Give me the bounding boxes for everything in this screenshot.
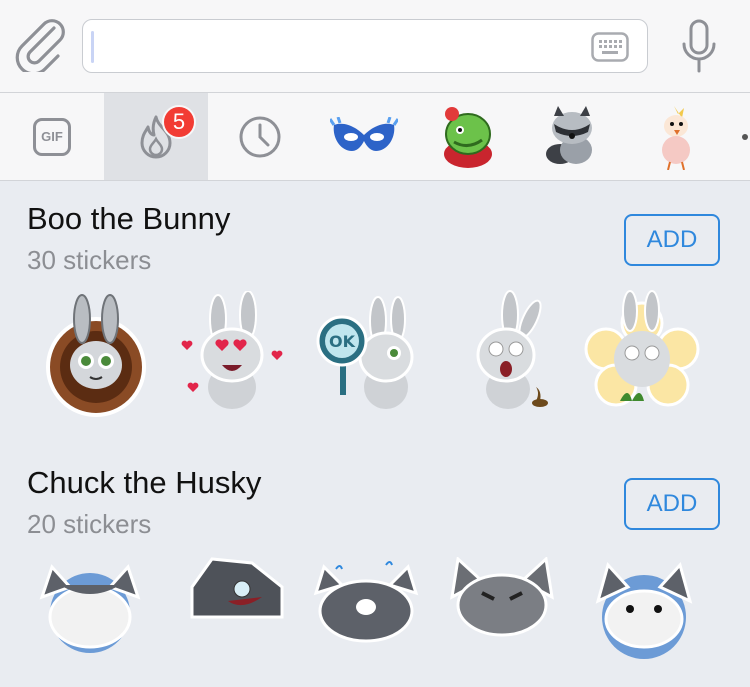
sticker-bunny-in-love[interactable] [176,291,296,421]
svg-text:OK: OK [329,332,356,351]
sticker-pack-list: Boo the Bunny 30 stickers ADD OK Chuck t… [0,181,750,659]
message-input-bar [0,0,750,93]
tab-monster-pack[interactable] [416,93,520,180]
sticker-bunny-scared[interactable] [454,289,574,419]
pack-title: Boo the Bunny [27,201,231,236]
tab-mask-pack[interactable] [312,93,416,180]
keyboard-icon[interactable] [591,32,629,62]
trending-badge: 5 [162,105,196,139]
blue-mask-sticker-icon [330,116,398,151]
tab-raccoon-pack[interactable] [520,93,624,180]
tab-recent[interactable] [208,93,312,180]
tab-gif[interactable]: GIF [0,93,104,180]
green-monster-sticker-icon [444,106,492,168]
sticker-bunny-ok-sign[interactable]: OK [314,291,434,421]
partial-sticker-icon [742,133,748,140]
sticker-husky-1[interactable] [30,557,150,687]
sticker-husky-5[interactable] [584,557,704,687]
sticker-bunny-hole[interactable] [36,289,156,419]
microphone-icon[interactable] [680,18,718,74]
sticker-husky-2[interactable] [172,557,292,687]
tab-more-packs[interactable] [728,93,750,180]
pack-count: 30 stickers [27,245,152,275]
add-pack-button[interactable]: ADD [624,478,720,530]
raccoon-sticker-icon [546,105,592,164]
text-caret [91,31,94,63]
gif-icon: GIF [33,117,71,156]
tab-cockatoo-pack[interactable] [624,93,728,180]
sticker-tabs: GIF 5 [0,93,750,181]
message-input[interactable] [82,19,648,73]
sticker-husky-3[interactable] [306,557,426,687]
pack-title: Chuck the Husky [27,465,262,500]
tab-trending[interactable]: 5 [104,93,208,180]
pack-count: 20 stickers [27,509,152,539]
clock-icon [239,116,281,157]
paperclip-icon[interactable] [14,18,66,72]
cockatoo-sticker-icon [662,105,690,170]
add-pack-button[interactable]: ADD [624,214,720,266]
sticker-bunny-flower[interactable] [582,289,702,419]
sticker-husky-4[interactable] [442,557,562,687]
